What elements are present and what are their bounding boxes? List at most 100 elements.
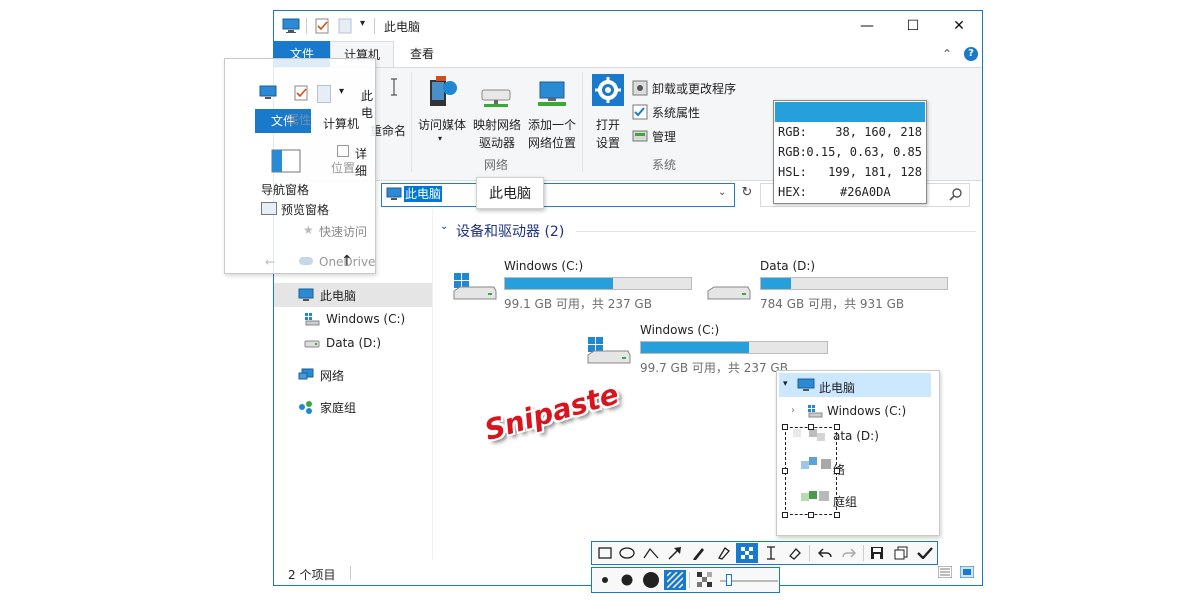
- refresh-icon[interactable]: ↻: [738, 185, 756, 203]
- ribbon-tabs: 文件 计算机 查看 ⌃ ?: [274, 41, 982, 67]
- large-icons-view-icon[interactable]: [959, 565, 975, 581]
- arrow-tool-icon[interactable]: [664, 543, 686, 563]
- uninstall-icon: [632, 80, 648, 96]
- large-dot-size-icon[interactable]: [640, 570, 662, 590]
- drive-usage-fill: [505, 278, 613, 289]
- drive-tile-windows-c-duplicate[interactable]: Windows (C:) 99.7 GB 可用，共 237 GB: [586, 321, 836, 377]
- resize-handle[interactable]: [834, 468, 840, 474]
- customize-toolbar-icon[interactable]: ▾: [360, 18, 365, 29]
- add-network-location-button[interactable]: 添加一个 网络位置: [524, 72, 580, 156]
- size-slider-thumb[interactable]: [726, 574, 732, 586]
- star-icon: ★: [303, 223, 314, 237]
- confirm-check-icon[interactable]: [914, 543, 936, 563]
- drive-icon: [707, 286, 751, 300]
- tree-child-windows: Windows (C:): [827, 404, 907, 418]
- marker-tool-icon[interactable]: [712, 543, 734, 563]
- help-icon[interactable]: ?: [964, 47, 978, 61]
- uninstall-button[interactable]: 卸载或更改程序: [632, 78, 736, 98]
- hsl-row: HSL: 199, 181, 128: [778, 165, 922, 179]
- rename-icon: [388, 78, 400, 99]
- windows-drive-icon: [453, 273, 497, 300]
- resize-handle[interactable]: [808, 512, 814, 518]
- resize-handle[interactable]: [782, 512, 788, 518]
- hatch-mosaic-icon[interactable]: [664, 570, 686, 590]
- address-path: 此电脑: [404, 186, 443, 202]
- ghost-title: 此电: [361, 89, 374, 120]
- homegroup-icon: [299, 401, 312, 414]
- medium-dot-size-icon[interactable]: [616, 570, 638, 590]
- system-properties-button[interactable]: 系统属性: [632, 102, 700, 122]
- back-arrow-icon: ←: [265, 255, 276, 269]
- drive-usage-fill: [761, 278, 791, 289]
- network-icon: [298, 368, 314, 380]
- preview-pane-icon: [261, 202, 277, 215]
- chevron-down-icon: ▾: [438, 134, 443, 143]
- up-arrow-icon: ↑: [341, 253, 353, 269]
- item-count: 2 个项目: [288, 568, 336, 582]
- address-bar[interactable]: 此电脑 ⌄: [381, 183, 735, 207]
- save-icon[interactable]: [866, 543, 888, 563]
- chevron-down-icon: ▾: [783, 379, 788, 389]
- rectangle-tool-icon[interactable]: [594, 543, 616, 563]
- tool-options-bar: [591, 567, 780, 593]
- text-tool-icon[interactable]: [760, 543, 782, 563]
- drive-tile-windows-c[interactable]: Windows (C:) 99.1 GB 可用，共 237 GB: [452, 257, 694, 313]
- color-picker-panel: RGB: 38, 160, 218 RGB: 0.15, 0.63, 0.85 …: [773, 100, 927, 204]
- manage-button[interactable]: 管理: [632, 126, 676, 146]
- title-bar: ▾ 此电脑 — ☐ ✕: [274, 11, 982, 41]
- address-dropdown-icon[interactable]: ⌄: [718, 187, 726, 198]
- windows-drive-icon: [305, 313, 320, 326]
- tab-view[interactable]: 查看: [394, 41, 450, 67]
- drive-usage-bar: [640, 341, 828, 354]
- map-network-drive-button[interactable]: 映射网络 驱动器: [470, 72, 524, 156]
- resize-handle[interactable]: [782, 468, 788, 474]
- settings-gear-icon: [592, 74, 624, 109]
- network-location-icon: [536, 80, 568, 111]
- computer-icon: [797, 378, 815, 395]
- selection-box[interactable]: [785, 427, 837, 515]
- rgb-row: RGB: 38, 160, 218: [778, 125, 922, 139]
- resize-handle[interactable]: [782, 424, 788, 430]
- snip-tree-panel[interactable]: ▾ 此电脑 › Windows (C:) ata (D:) 络 庭组: [776, 370, 940, 536]
- undo-icon[interactable]: [814, 543, 836, 563]
- access-media-button[interactable]: 访问媒体 ▾: [414, 72, 470, 156]
- address-tooltip: 此电脑: [476, 177, 544, 209]
- collapse-ribbon-icon[interactable]: ⌃: [942, 47, 952, 61]
- computer-icon: [259, 85, 277, 104]
- nav-item-homegroup[interactable]: 家庭组: [274, 395, 432, 419]
- close-button[interactable]: ✕: [936, 11, 982, 41]
- nav-item-windows-c[interactable]: Windows (C:): [274, 307, 432, 331]
- details-view-icon[interactable]: [937, 565, 953, 581]
- pencil-tool-icon[interactable]: [688, 543, 710, 563]
- system-properties-icon: [632, 104, 648, 120]
- section-title: 设备和驱动器 (2): [456, 224, 565, 240]
- ghost-snip-panel[interactable]: ▾ 此电 文件 计算机 属性 详细 位置 导航窗格 预览窗格 ★ 快速访问 ← …: [224, 58, 376, 274]
- minimize-button[interactable]: —: [844, 11, 890, 41]
- ghost-quick-access-label: 快速访问: [319, 225, 368, 239]
- small-dot-size-icon[interactable]: [594, 570, 616, 590]
- ghost-position-label: 位置: [331, 161, 356, 175]
- new-folder-quick-icon[interactable]: [338, 18, 352, 37]
- nav-item-data-d[interactable]: Data (D:): [274, 331, 432, 355]
- eraser-tool-icon[interactable]: [784, 543, 806, 563]
- open-settings-button[interactable]: 打开 设置: [590, 74, 626, 152]
- drive-icon: [304, 340, 320, 348]
- nav-item-network[interactable]: 网络: [274, 363, 432, 387]
- polyline-tool-icon[interactable]: [640, 543, 662, 563]
- cloud-icon: [299, 257, 313, 265]
- details-pane-icon: [337, 145, 349, 157]
- redo-icon[interactable]: [838, 543, 860, 563]
- nav-item-this-pc[interactable]: 此电脑: [274, 283, 432, 307]
- resize-handle[interactable]: [834, 512, 840, 518]
- ellipse-tool-icon[interactable]: [616, 543, 638, 563]
- properties-quick-icon[interactable]: [314, 18, 330, 37]
- mosaic-tool-icon[interactable]: [736, 543, 758, 563]
- resize-handle[interactable]: [808, 424, 814, 430]
- section-collapse-icon[interactable]: ⌄: [440, 221, 448, 232]
- maximize-button[interactable]: ☐: [890, 11, 936, 41]
- ghost-properties-label: 属性: [287, 113, 312, 127]
- copy-icon[interactable]: [890, 543, 912, 563]
- manage-icon: [632, 130, 648, 142]
- drive-tile-data-d[interactable]: Data (D:) 784 GB 可用，共 931 GB: [706, 257, 948, 313]
- resize-handle[interactable]: [834, 424, 840, 430]
